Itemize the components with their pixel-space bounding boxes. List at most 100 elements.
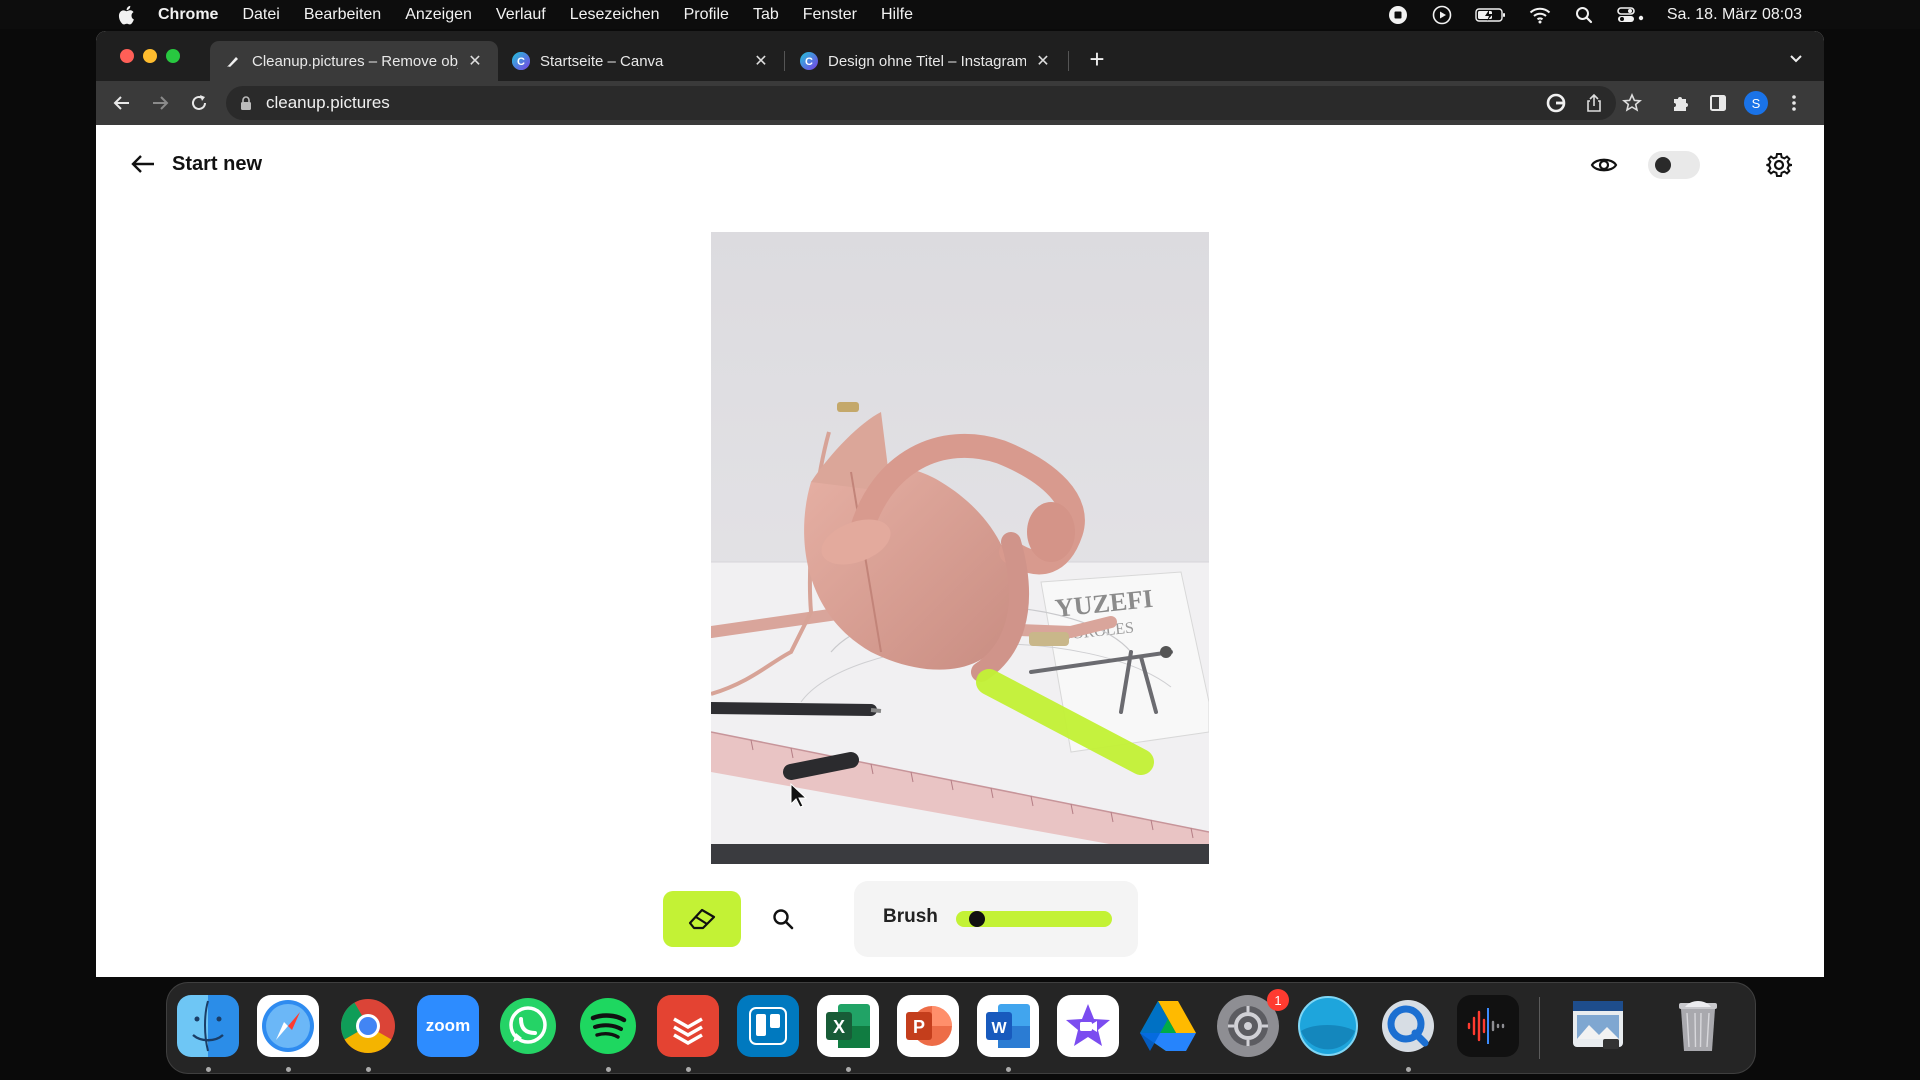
close-tab-icon[interactable]: ✕ bbox=[752, 51, 770, 71]
menu-tab[interactable]: Tab bbox=[753, 6, 779, 24]
running-indicator bbox=[206, 1067, 211, 1072]
share-icon[interactable] bbox=[1582, 91, 1606, 115]
close-window-button[interactable] bbox=[120, 49, 134, 63]
back-arrow-icon bbox=[130, 151, 156, 177]
editable-photo-canvas[interactable]: YUZEFI DOROLES bbox=[711, 232, 1209, 864]
canva-favicon: C bbox=[800, 52, 818, 70]
browser-toolbar: cleanup.pictures S bbox=[96, 81, 1824, 125]
dock-quicktime-icon[interactable] bbox=[1377, 995, 1439, 1057]
running-indicator bbox=[606, 1067, 611, 1072]
eye-preview-icon[interactable] bbox=[1590, 153, 1618, 177]
url-text: cleanup.pictures bbox=[266, 93, 390, 112]
dock-todoist-icon[interactable] bbox=[657, 995, 719, 1057]
dock-finder-icon[interactable] bbox=[177, 995, 239, 1057]
dock-whatsapp-icon[interactable] bbox=[497, 995, 559, 1057]
battery-icon[interactable] bbox=[1475, 4, 1507, 26]
running-indicator bbox=[286, 1067, 291, 1072]
notification-badge: 1 bbox=[1267, 989, 1289, 1011]
forward-arrow-icon[interactable] bbox=[149, 92, 171, 114]
tab-separator bbox=[784, 51, 785, 71]
running-indicator bbox=[846, 1067, 851, 1072]
menu-hilfe[interactable]: Hilfe bbox=[881, 6, 913, 24]
close-tab-icon[interactable]: ✕ bbox=[466, 51, 484, 71]
minimize-window-button[interactable] bbox=[143, 49, 157, 63]
dock-zoom-icon[interactable]: zoom bbox=[417, 995, 479, 1057]
running-indicator bbox=[1406, 1067, 1411, 1072]
svg-text:C: C bbox=[805, 56, 813, 68]
dock-voice-memos-icon[interactable] bbox=[1457, 995, 1519, 1057]
address-bar[interactable]: cleanup.pictures bbox=[226, 86, 1616, 120]
tab-search-chevron-icon[interactable] bbox=[1786, 49, 1806, 69]
dock-powerpoint-icon[interactable]: P bbox=[897, 995, 959, 1057]
zoom-magnifier-icon[interactable] bbox=[769, 905, 797, 933]
running-indicator bbox=[686, 1067, 691, 1072]
dock-trello-icon[interactable] bbox=[737, 995, 799, 1057]
fullscreen-window-button[interactable] bbox=[166, 49, 180, 63]
dock-spotify-icon[interactable] bbox=[577, 995, 639, 1057]
dock-preview-icon[interactable] bbox=[1567, 995, 1629, 1057]
svg-text:C: C bbox=[517, 56, 525, 68]
svg-text:W: W bbox=[991, 1020, 1007, 1037]
menu-fenster[interactable]: Fenster bbox=[803, 6, 857, 24]
dock-chrome-icon[interactable] bbox=[337, 995, 399, 1057]
dock-trash-icon[interactable] bbox=[1667, 995, 1729, 1057]
dock-mercury-icon[interactable] bbox=[1297, 995, 1359, 1057]
menu-lesezeichen[interactable]: Lesezeichen bbox=[570, 6, 660, 24]
bookmark-star-icon[interactable] bbox=[1620, 91, 1644, 115]
side-panel-icon[interactable] bbox=[1706, 91, 1730, 115]
tab-canva-startseite[interactable]: C Startseite – Canva ✕ bbox=[498, 41, 784, 81]
tab-separator bbox=[1068, 51, 1069, 71]
tab-canva-design[interactable]: C Design ohne Titel – Instagram- ✕ bbox=[786, 41, 1066, 81]
lock-icon[interactable] bbox=[240, 95, 254, 111]
google-lens-icon[interactable] bbox=[1544, 91, 1568, 115]
eraser-icon bbox=[688, 908, 716, 930]
dock-separator bbox=[1539, 997, 1540, 1059]
menu-verlauf[interactable]: Verlauf bbox=[496, 6, 546, 24]
canva-favicon: C bbox=[512, 52, 530, 70]
tab-label: Startseite – Canva bbox=[540, 52, 664, 70]
control-center-icon[interactable] bbox=[1617, 4, 1645, 26]
wifi-icon[interactable] bbox=[1529, 4, 1551, 26]
dark-mode-toggle[interactable] bbox=[1648, 151, 1700, 179]
dock: zoom X P W 1 bbox=[166, 982, 1756, 1074]
apple-menu-icon[interactable] bbox=[118, 5, 142, 25]
start-new-label: Start new bbox=[172, 152, 263, 175]
brush-size-slider-thumb[interactable] bbox=[969, 911, 985, 927]
extensions-puzzle-icon[interactable] bbox=[1668, 91, 1692, 115]
reload-icon[interactable] bbox=[188, 92, 210, 114]
menu-profile[interactable]: Profile bbox=[684, 6, 729, 24]
svg-text:X: X bbox=[833, 1017, 845, 1037]
spotlight-search-icon[interactable] bbox=[1573, 4, 1595, 26]
play-icon[interactable] bbox=[1431, 4, 1453, 26]
settings-gear-icon[interactable] bbox=[1766, 152, 1792, 178]
menubar-clock[interactable]: Sa. 18. März 08:03 bbox=[1667, 6, 1802, 24]
dock-excel-icon[interactable]: X bbox=[817, 995, 879, 1057]
menu-bar: Chrome Datei Bearbeiten Anzeigen Verlauf… bbox=[0, 0, 1920, 29]
menu-app-name[interactable]: Chrome bbox=[158, 6, 218, 24]
dock-word-icon[interactable]: W bbox=[977, 995, 1039, 1057]
more-menu-icon[interactable] bbox=[1782, 91, 1806, 115]
browser-window: Cleanup.pictures – Remove obj ✕ C Starts… bbox=[96, 31, 1824, 977]
dock-imovie-icon[interactable] bbox=[1057, 995, 1119, 1057]
dock-google-drive-icon[interactable] bbox=[1137, 995, 1199, 1057]
menu-bearbeiten[interactable]: Bearbeiten bbox=[304, 6, 381, 24]
dock-safari-icon[interactable] bbox=[257, 995, 319, 1057]
menu-anzeigen[interactable]: Anzeigen bbox=[405, 6, 472, 24]
tab-label: Design ohne Titel – Instagram- bbox=[828, 52, 1026, 70]
toggle-knob bbox=[1655, 157, 1671, 173]
close-tab-icon[interactable]: ✕ bbox=[1034, 51, 1052, 71]
new-tab-button[interactable]: + bbox=[1082, 44, 1112, 74]
menu-datei[interactable]: Datei bbox=[242, 6, 279, 24]
profile-avatar[interactable]: S bbox=[1744, 91, 1768, 115]
svg-text:P: P bbox=[913, 1017, 925, 1037]
record-icon[interactable] bbox=[1387, 4, 1409, 26]
running-indicator bbox=[1006, 1067, 1011, 1072]
running-indicator bbox=[366, 1067, 371, 1072]
brush-size-slider[interactable] bbox=[956, 911, 1112, 927]
window-controls bbox=[120, 49, 180, 63]
brush-label: Brush bbox=[883, 906, 938, 927]
eraser-tool-button[interactable] bbox=[663, 891, 741, 947]
tab-cleanup-pictures[interactable]: Cleanup.pictures – Remove obj ✕ bbox=[210, 41, 498, 81]
start-new-button[interactable]: Start new bbox=[130, 151, 262, 177]
back-arrow-icon[interactable] bbox=[111, 92, 133, 114]
